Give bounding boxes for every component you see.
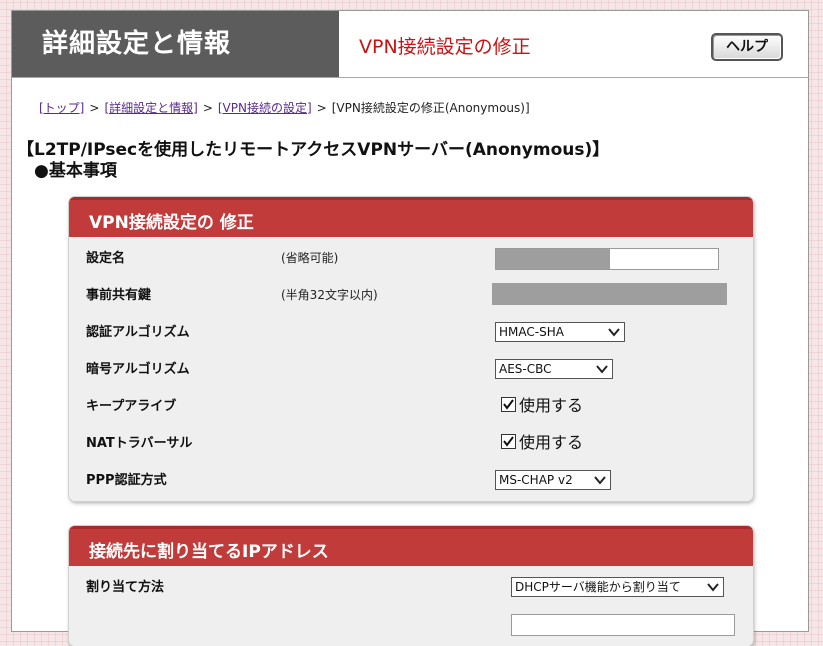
section-title: ●基本事項 (34, 161, 117, 181)
row-auth-algorithm: 認証アルゴリズム HMAC-SHA (69, 314, 753, 351)
row-ppp-auth: PPP認証方式 MS-CHAP v2 (69, 462, 753, 499)
row-keepalive: キープアライブ 使用する (69, 388, 753, 425)
preshared-key-label: 事前共有鍵 (86, 288, 152, 303)
main-frame: 詳細設定と情報 VPN接続設定の修正 ヘルプ [トップ] > [詳細設定と情報] >[… (11, 10, 809, 646)
chevron-down-icon (707, 583, 719, 592)
breadcrumb-separator: > (89, 101, 100, 115)
setting-name-label: 設定名 (86, 251, 126, 266)
breadcrumb-link-vpn[interactable]: [VPN接続の設定] (218, 101, 312, 115)
assignment-method-value: DHCPサーバ機能から割り当て (515, 580, 681, 594)
nat-traversal-label: NATトラバーサル (86, 436, 193, 451)
header-title: 詳細設定と情報 (12, 11, 339, 77)
breadcrumb-link-top[interactable]: [トップ] (39, 101, 84, 115)
row-setting-name: 設定名 (省略可能) (69, 240, 753, 277)
partial-input[interactable] (511, 614, 735, 636)
chevron-down-icon (608, 328, 620, 337)
breadcrumb: [トップ] > [詳細設定と情報] > [VPN接続の設定] > [VPN接続設定の修正(A… (39, 99, 530, 116)
breadcrumb-current: [VPN接続設定の修正(Anonymous)] (331, 101, 530, 115)
assignment-method-select[interactable]: DHCPサーバ機能から割り当て (511, 577, 724, 597)
row-next-partial (69, 606, 753, 643)
masked-value (492, 283, 727, 305)
chevron-down-icon (596, 365, 608, 374)
header: 詳細設定と情報 VPN接続設定の修正 ヘルプ (12, 11, 808, 78)
encryption-algorithm-select[interactable]: AES-CBC (495, 359, 613, 379)
row-preshared-key: 事前共有鍵 (半角32文字以内) (69, 277, 753, 314)
chevron-down-icon (594, 476, 606, 485)
assignment-method-label: 割り当て方法 (86, 580, 165, 595)
nat-traversal-checkbox[interactable]: 使用する (501, 433, 583, 453)
masked-value (496, 249, 610, 269)
breadcrumb-separator: > (316, 101, 327, 115)
encryption-algorithm-label: 暗号アルゴリズム (86, 362, 190, 377)
vpn-settings-panel: VPN接続設定の 修正 設定名 (省略可能) 事前共有鍵 (半角32文字以内) … (69, 197, 753, 501)
auth-algorithm-label: 認証アルゴリズム (86, 325, 190, 340)
breadcrumb-link-advanced[interactable]: [詳細設定と情報] (104, 101, 197, 115)
setting-name-note: (省略可能) (281, 251, 339, 265)
row-nat-traversal: NATトラバーサル 使用する (69, 425, 753, 462)
breadcrumb-separator: > (202, 101, 213, 115)
help-button[interactable]: ヘルプ (711, 33, 783, 61)
header-subtitle: VPN接続設定の修正 (359, 36, 531, 58)
ppp-auth-label: PPP認証方式 (86, 473, 167, 488)
preshared-key-note: (半角32文字以内) (281, 288, 378, 302)
nat-traversal-value: 使用する (519, 433, 584, 452)
setting-name-input[interactable] (495, 248, 719, 270)
ppp-auth-select[interactable]: MS-CHAP v2 (495, 470, 611, 490)
checkmark-icon (501, 397, 516, 412)
row-encryption-algorithm: 暗号アルゴリズム AES-CBC (69, 351, 753, 388)
keepalive-label: キープアライブ (86, 399, 177, 414)
auth-algorithm-value: HMAC-SHA (499, 325, 564, 339)
row-assignment-method: 割り当て方法 DHCPサーバ機能から割り当て (69, 569, 753, 606)
keepalive-value: 使用する (519, 396, 584, 415)
panel-heading: VPN接続設定の 修正 (69, 197, 753, 237)
preshared-key-input[interactable] (492, 283, 727, 305)
keepalive-checkbox[interactable]: 使用する (501, 396, 583, 416)
checkmark-icon (501, 434, 516, 449)
ip-assignment-panel: 接続先に割り当てるIPアドレス 割り当て方法 DHCPサーバ機能から割り当て (69, 526, 753, 646)
encryption-algorithm-value: AES-CBC (499, 362, 552, 376)
auth-algorithm-select[interactable]: HMAC-SHA (495, 322, 625, 342)
ppp-auth-value: MS-CHAP v2 (499, 473, 573, 487)
panel-heading: 接続先に割り当てるIPアドレス (69, 526, 753, 566)
